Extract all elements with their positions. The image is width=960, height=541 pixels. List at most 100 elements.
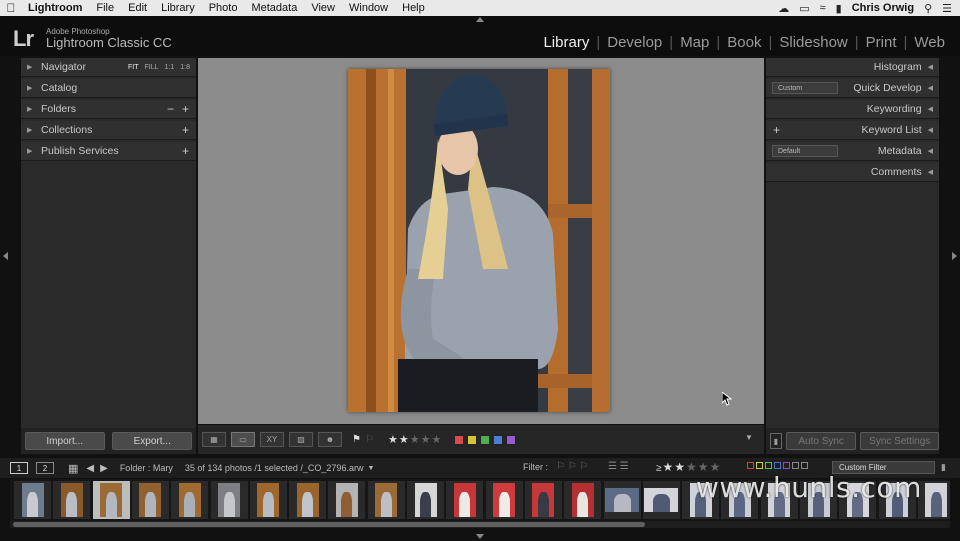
add-folder-icon[interactable]: + (182, 102, 189, 116)
flag-pick-icon[interactable]: ⚑ (352, 434, 361, 445)
menu-window[interactable]: Window (343, 2, 396, 14)
collapse-right-arrow-icon[interactable] (952, 252, 957, 260)
apple-icon[interactable]:  (0, 1, 22, 15)
battery-icon[interactable]: ▮ (836, 2, 842, 15)
compare-view-button[interactable]: XY (260, 432, 284, 447)
panel-quick-develop[interactable]: Custom Quick Develop ◀ (766, 79, 939, 98)
label-yellow[interactable] (467, 434, 478, 445)
panel-navigator[interactable]: ▶ Navigator FIT FILL 1:1 1:8 (21, 58, 196, 77)
export-button[interactable]: Export... (112, 432, 193, 450)
label-red[interactable] (454, 434, 465, 445)
filmstrip-thumbnail[interactable] (171, 481, 209, 519)
metadata-preset-select[interactable]: Default (772, 145, 838, 157)
add-publish-service-icon[interactable]: + (182, 144, 189, 158)
toolbar-content-dropdown-icon[interactable]: ▼ (742, 433, 756, 445)
filmstrip-source[interactable]: Folder : Mary (120, 463, 173, 473)
filmstrip-thumbnail[interactable] (53, 481, 91, 519)
sync-settings-button[interactable]: Sync Settings (860, 432, 939, 450)
panel-publish-services[interactable]: ▶ Publish Services + (21, 142, 196, 161)
forward-arrow-icon[interactable]: ▶ (100, 463, 108, 474)
menu-app[interactable]: Lightroom (22, 2, 90, 14)
color-filter-swatches[interactable] (747, 462, 808, 469)
filmstrip-thumbnail[interactable] (131, 481, 169, 519)
panel-collections[interactable]: ▶ Collections + (21, 121, 196, 140)
panel-catalog[interactable]: ▶ Catalog (21, 79, 196, 98)
panel-keyword-list[interactable]: + Keyword List ◀ (766, 121, 939, 140)
user-name[interactable]: Chris Orwig (852, 2, 914, 14)
panel-keywording[interactable]: Keywording ◀ (766, 100, 939, 119)
filmstrip-thumbnail[interactable] (524, 481, 562, 519)
chevron-down-icon[interactable]: ▼ (367, 465, 374, 472)
add-collection-icon[interactable]: + (182, 123, 189, 137)
zoom-1-1[interactable]: 1:1 (165, 64, 175, 71)
grid-view-button[interactable]: ▦ (202, 432, 226, 447)
rating-star-1[interactable]: ★ (388, 434, 399, 446)
module-print[interactable]: Print (859, 34, 904, 51)
edit-filter-icons[interactable]: ☰ ☰ (608, 461, 629, 472)
filmstrip-thumbnail[interactable] (485, 481, 523, 519)
wifi-icon[interactable]: ≈ (820, 2, 826, 14)
spotlight-search-icon[interactable]: ⚲ (924, 2, 932, 15)
rating-stars[interactable]: ★★★★★ (388, 433, 442, 446)
filmstrip-thumbnail[interactable] (367, 481, 405, 519)
notification-center-icon[interactable]: ☰ (942, 2, 952, 15)
menu-view[interactable]: View (305, 2, 343, 14)
menu-edit[interactable]: Edit (122, 2, 155, 14)
import-button[interactable]: Import... (24, 432, 105, 450)
filmstrip-thumbnail[interactable] (603, 481, 641, 519)
creative-cloud-icon[interactable]: ☁ (778, 2, 789, 15)
filmstrip-thumbnail[interactable] (917, 481, 950, 519)
grid-icon[interactable]: ▦ (68, 462, 78, 475)
zoom-fit[interactable]: FIT (128, 64, 139, 71)
filmstrip-scroll-thumb[interactable] (13, 522, 645, 527)
survey-view-button[interactable]: ▨ (289, 432, 313, 447)
filmstrip-count[interactable]: 35 of 134 photos /1 selected /_CO_2796.a… (185, 463, 364, 473)
filmstrip-thumbnail[interactable] (328, 481, 366, 519)
remove-folder-icon[interactable]: − (167, 102, 174, 116)
menu-help[interactable]: Help (396, 2, 433, 14)
back-arrow-icon[interactable]: ◀ (86, 463, 94, 474)
panel-histogram[interactable]: Histogram ◀ (766, 58, 939, 77)
label-green[interactable] (480, 434, 491, 445)
filmstrip-thumbnail[interactable] (249, 481, 287, 519)
filmstrip-thumbnail[interactable] (564, 481, 602, 519)
zoom-1-8[interactable]: 1:8 (180, 64, 190, 71)
collapse-left-arrow-icon[interactable] (3, 252, 8, 260)
module-book[interactable]: Book (720, 34, 768, 51)
menu-library[interactable]: Library (155, 2, 203, 14)
auto-sync-switch[interactable]: ▮ (770, 433, 782, 449)
menu-metadata[interactable]: Metadata (245, 2, 305, 14)
rating-star-3[interactable]: ★ (410, 434, 421, 446)
panel-metadata[interactable]: Default Metadata ◀ (766, 142, 939, 161)
panel-folders[interactable]: ▶ Folders − + (21, 100, 196, 119)
flag-reject-icon[interactable]: ⚐ (365, 434, 374, 445)
module-library[interactable]: Library (536, 34, 596, 51)
filter-star-1[interactable]: ★ (663, 460, 675, 474)
filmstrip-scrollbar[interactable] (10, 521, 950, 528)
rating-star-2[interactable]: ★ (399, 434, 410, 446)
module-web[interactable]: Web (907, 34, 952, 51)
module-map[interactable]: Map (673, 34, 716, 51)
secondary-window-2-button[interactable]: 2 (36, 462, 54, 474)
label-blue[interactable] (493, 434, 504, 445)
label-purple[interactable] (506, 434, 517, 445)
filmstrip-thumbnail[interactable] (210, 481, 248, 519)
secondary-window-1-button[interactable]: 1 (10, 462, 28, 474)
filmstrip-thumbnail[interactable] (407, 481, 444, 519)
filter-lock-icon[interactable]: ▮ (941, 462, 946, 473)
filmstrip-thumbnail[interactable] (642, 481, 680, 519)
module-develop[interactable]: Develop (600, 34, 669, 51)
panel-comments[interactable]: Comments ◀ (766, 163, 939, 182)
display-icon[interactable]: ▭ (799, 2, 809, 15)
quick-develop-preset-select[interactable]: Custom (772, 82, 838, 94)
filmstrip-thumbnail[interactable] (446, 481, 484, 519)
loupe-view-button[interactable]: ▭ (231, 432, 255, 447)
flag-filter-icons[interactable]: ⚐ ⚐ ⚐ (556, 461, 588, 472)
rating-star-4[interactable]: ★ (421, 434, 432, 446)
zoom-fill[interactable]: FILL (145, 64, 159, 71)
add-keyword-icon[interactable]: + (773, 123, 780, 137)
menu-photo[interactable]: Photo (203, 2, 246, 14)
filmstrip-thumbnail[interactable] (289, 481, 327, 519)
filmstrip-thumbnail[interactable] (14, 481, 51, 519)
module-slideshow[interactable]: Slideshow (772, 34, 854, 51)
